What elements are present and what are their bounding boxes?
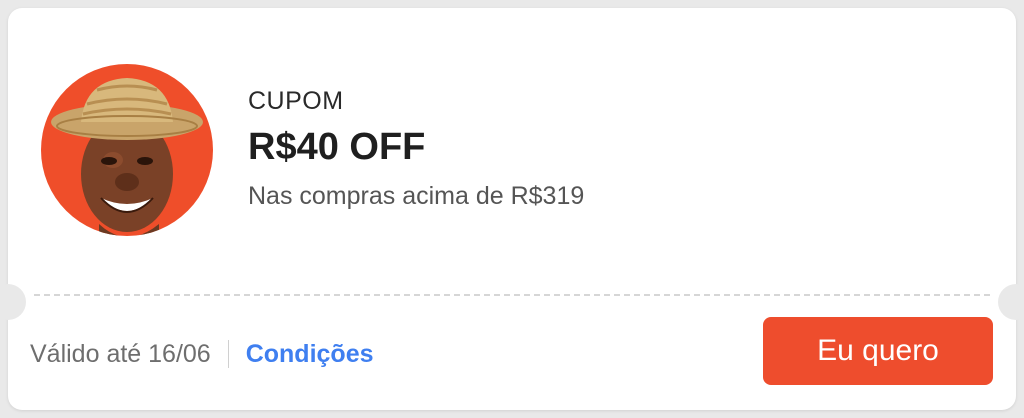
coupon-footer: Válido até 16/06 Condições (30, 338, 374, 370)
coupon-amount: R$40 OFF (248, 126, 426, 168)
dashed-divider (34, 294, 990, 296)
validity-text: Válido até 16/06 (30, 339, 211, 368)
ticket-notch-right (998, 284, 1024, 320)
footer-separator (227, 340, 229, 368)
avatar-icon (41, 64, 213, 236)
coupon-card: CUPOM R$40 OFF Nas compras acima de R$31… (0, 8, 1024, 410)
claim-coupon-button[interactable]: Eu quero (763, 317, 993, 385)
ticket-notch-left (0, 284, 26, 320)
coupon-condition: Nas compras acima de R$319 (248, 182, 585, 210)
conditions-link[interactable]: Condições (246, 340, 374, 369)
coupon-info: CUPOM R$40 OFF Nas compras acima de R$31… (248, 86, 584, 212)
coupon-label: CUPOM (248, 87, 344, 115)
